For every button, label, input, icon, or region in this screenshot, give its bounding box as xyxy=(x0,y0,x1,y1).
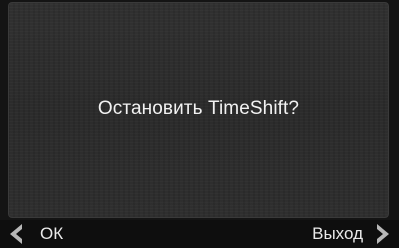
softkey-bar: ОК Выход xyxy=(0,220,399,248)
chevron-right-icon xyxy=(377,224,389,244)
confirm-dialog: Остановить TimeShift? xyxy=(8,2,389,218)
exit-label: Выход xyxy=(312,224,363,243)
ok-softkey[interactable]: ОК xyxy=(0,220,63,248)
ok-label: ОК xyxy=(40,224,64,243)
chevron-left-icon xyxy=(10,224,22,244)
device-screen: Остановить TimeShift? ОК Выход xyxy=(0,0,399,248)
dialog-message: Остановить TimeShift? xyxy=(97,98,300,119)
exit-softkey[interactable]: Выход xyxy=(312,220,399,248)
